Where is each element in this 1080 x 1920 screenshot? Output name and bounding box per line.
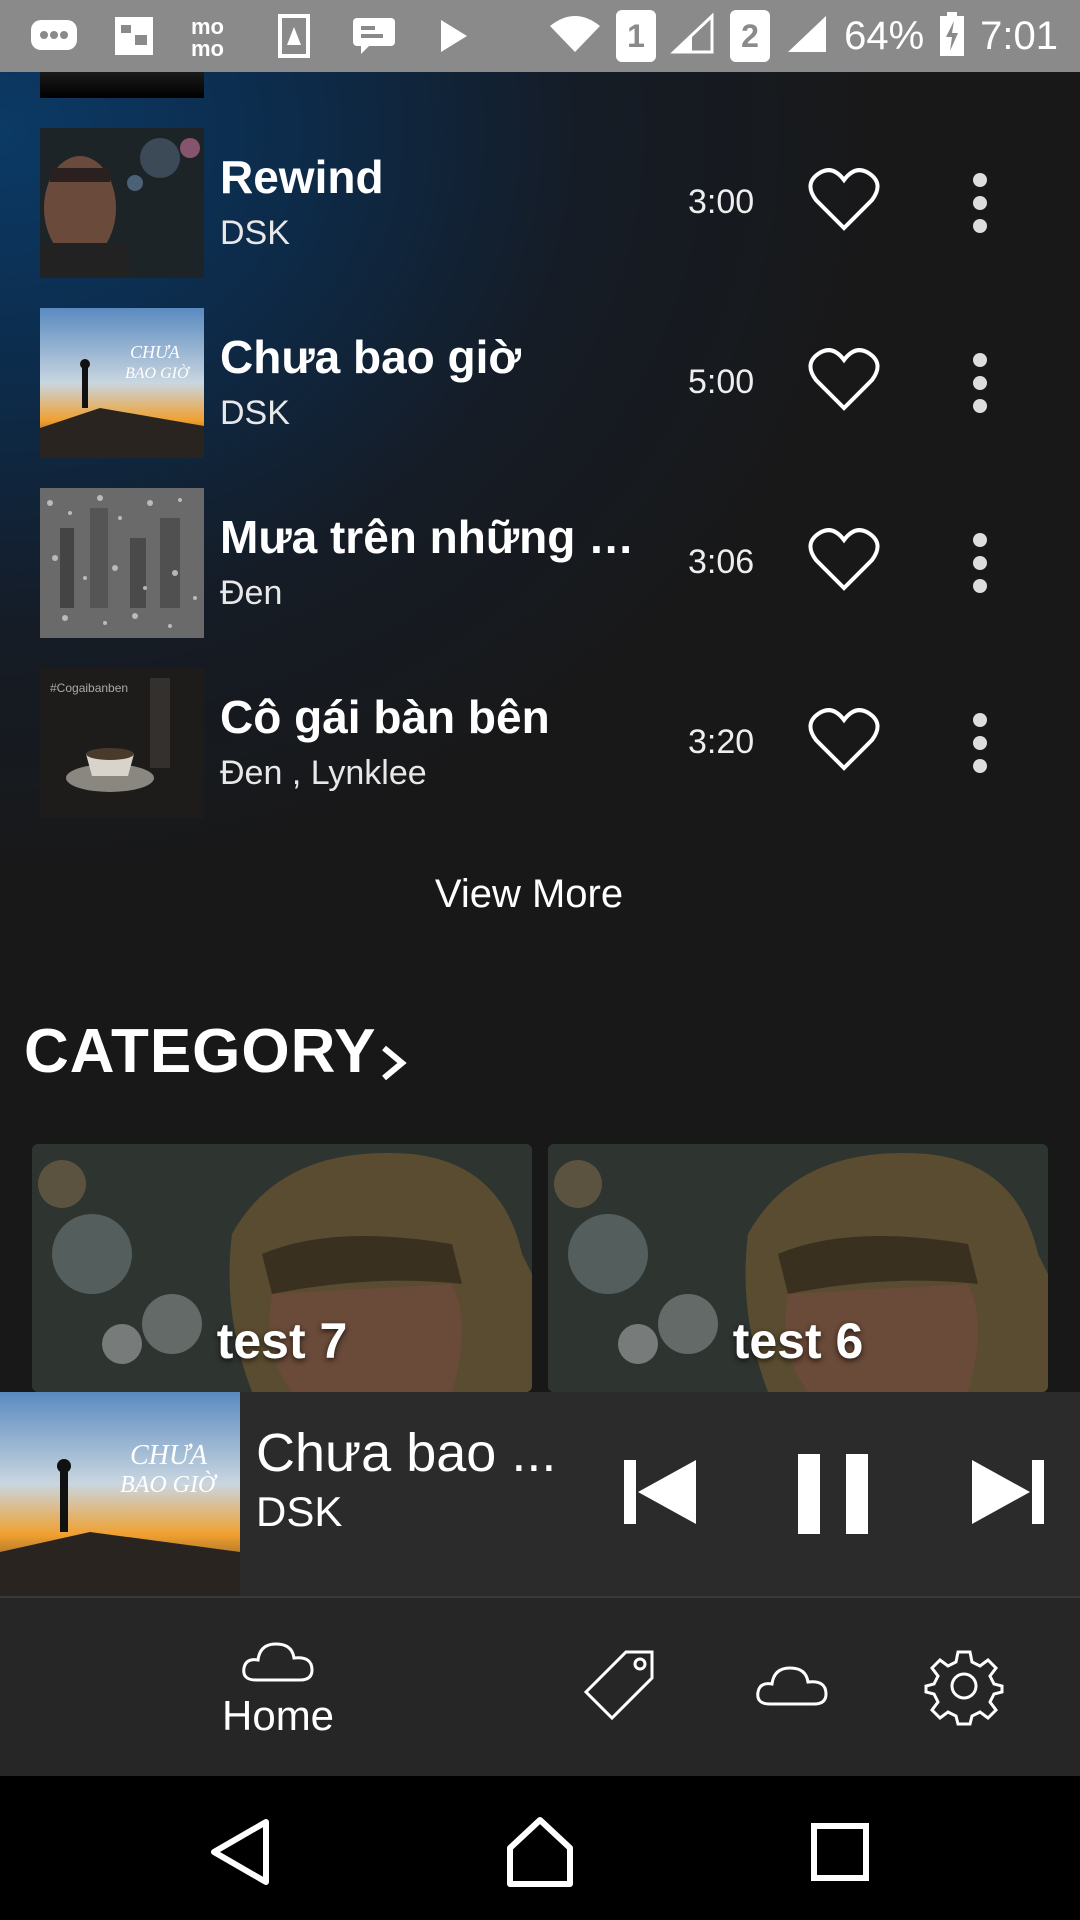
category-label: test 7: [216, 1313, 348, 1369]
song-artist: Đen , Lynklee: [220, 754, 427, 792]
svg-text:CHƯA: CHƯA: [130, 342, 181, 362]
song-thumbnail: [40, 128, 204, 278]
heart-icon[interactable]: [808, 166, 880, 232]
song-duration: 3:20: [688, 723, 755, 761]
category-label: test 6: [732, 1313, 864, 1369]
battery-charging-icon: [938, 11, 966, 62]
cloud-icon: [756, 1666, 828, 1706]
player-album-art: CHƯA BAO GIỜ: [0, 1392, 240, 1596]
pause-icon[interactable]: [794, 1444, 872, 1540]
player-artist: DSK: [256, 1488, 343, 1535]
svg-text:BAO GIỜ: BAO GIỜ: [125, 363, 190, 382]
song-thumbnail: CHƯA BAO GIỜ: [40, 308, 204, 458]
song-thumbnail: [40, 488, 204, 638]
system-navigation-bar: [0, 1776, 1080, 1920]
nav-home[interactable]: Home: [222, 1636, 334, 1740]
song-thumbnail-partial: [40, 72, 204, 98]
more-options-icon[interactable]: [960, 710, 1000, 776]
category-card[interactable]: test 7: [32, 1144, 532, 1392]
recent-apps-icon[interactable]: [800, 1812, 880, 1892]
more-options-icon[interactable]: [960, 530, 1000, 596]
signal-icon: [784, 12, 830, 61]
song-duration: 3:00: [688, 183, 755, 221]
song-row[interactable]: Rewind DSK 3:00: [0, 128, 1080, 278]
momo-icon: mo mo: [188, 14, 240, 60]
svg-text:mo: mo: [191, 36, 224, 60]
category-title[interactable]: CATEGORY: [24, 1016, 376, 1087]
more-options-icon[interactable]: [960, 170, 1000, 236]
song-thumbnail: #Cogaibanben: [40, 668, 204, 818]
heart-icon[interactable]: [808, 706, 880, 772]
back-icon[interactable]: [200, 1812, 280, 1892]
clock: 7:01: [980, 13, 1058, 58]
song-title: Cô gái bàn bên: [220, 691, 550, 743]
sim2-badge: 2: [730, 10, 771, 62]
svg-text:CHƯA: CHƯA: [130, 1440, 208, 1471]
song-duration: 5:00: [688, 363, 755, 401]
chevron-right-icon[interactable]: [376, 1040, 410, 1086]
category-card[interactable]: test 6: [548, 1144, 1048, 1392]
file-icon: [268, 14, 320, 58]
nav-cloud[interactable]: [754, 1660, 830, 1710]
nav-home-label: Home: [222, 1692, 335, 1739]
song-title: Rewind: [220, 151, 384, 203]
mini-player[interactable]: CHƯA BAO GIỜ Chưa bao ... DSK: [0, 1392, 1080, 1598]
bottom-navigation: Home: [0, 1598, 1080, 1776]
song-artist: DSK: [220, 394, 290, 432]
status-bar: mo mo 1 2 64% 7:01: [0, 0, 1080, 72]
gear-icon: [924, 1650, 1004, 1726]
sim1-badge: 1: [616, 10, 657, 62]
play-store-icon: [428, 14, 480, 58]
player-song-title: Chưa bao ...: [256, 1423, 557, 1483]
heart-icon[interactable]: [808, 346, 880, 412]
svg-text:BAO GIỜ: BAO GIỜ: [120, 1471, 218, 1498]
main-content[interactable]: Rewind DSK 3:00 CHƯA BAO GIỜ Chưa bao gi…: [0, 72, 1080, 1392]
cloud-icon: [242, 1642, 314, 1682]
chat-bubble-icon: [28, 14, 80, 58]
skip-next-icon[interactable]: [968, 1444, 1048, 1540]
tag-icon: [583, 1650, 654, 1721]
message-icon: [348, 14, 400, 58]
app-icon: [108, 14, 160, 58]
home-icon[interactable]: [500, 1812, 580, 1892]
svg-text:#Cogaibanben: #Cogaibanben: [50, 681, 128, 695]
nav-tags[interactable]: [582, 1648, 656, 1722]
song-artist: Đen: [220, 574, 283, 612]
song-artist: DSK: [220, 214, 290, 252]
wifi-icon: [548, 12, 602, 61]
signal-icon: [670, 12, 716, 61]
more-options-icon[interactable]: [960, 350, 1000, 416]
song-row[interactable]: Mưa trên những m... Đen 3:06: [0, 488, 1080, 638]
song-duration: 3:06: [688, 543, 755, 581]
heart-icon[interactable]: [808, 526, 880, 592]
view-more-link[interactable]: View More: [0, 872, 1058, 917]
skip-previous-icon[interactable]: [620, 1444, 700, 1540]
song-title: Mưa trên những m...: [220, 511, 660, 563]
song-row[interactable]: #Cogaibanben Cô gái bàn bên Đen , Lynkle…: [0, 668, 1080, 818]
song-title: Chưa bao giờ: [220, 331, 522, 383]
song-row[interactable]: CHƯA BAO GIỜ Chưa bao giờ DSK 5:00: [0, 308, 1080, 458]
battery-percent: 64%: [844, 13, 925, 58]
nav-settings[interactable]: [924, 1646, 1004, 1726]
